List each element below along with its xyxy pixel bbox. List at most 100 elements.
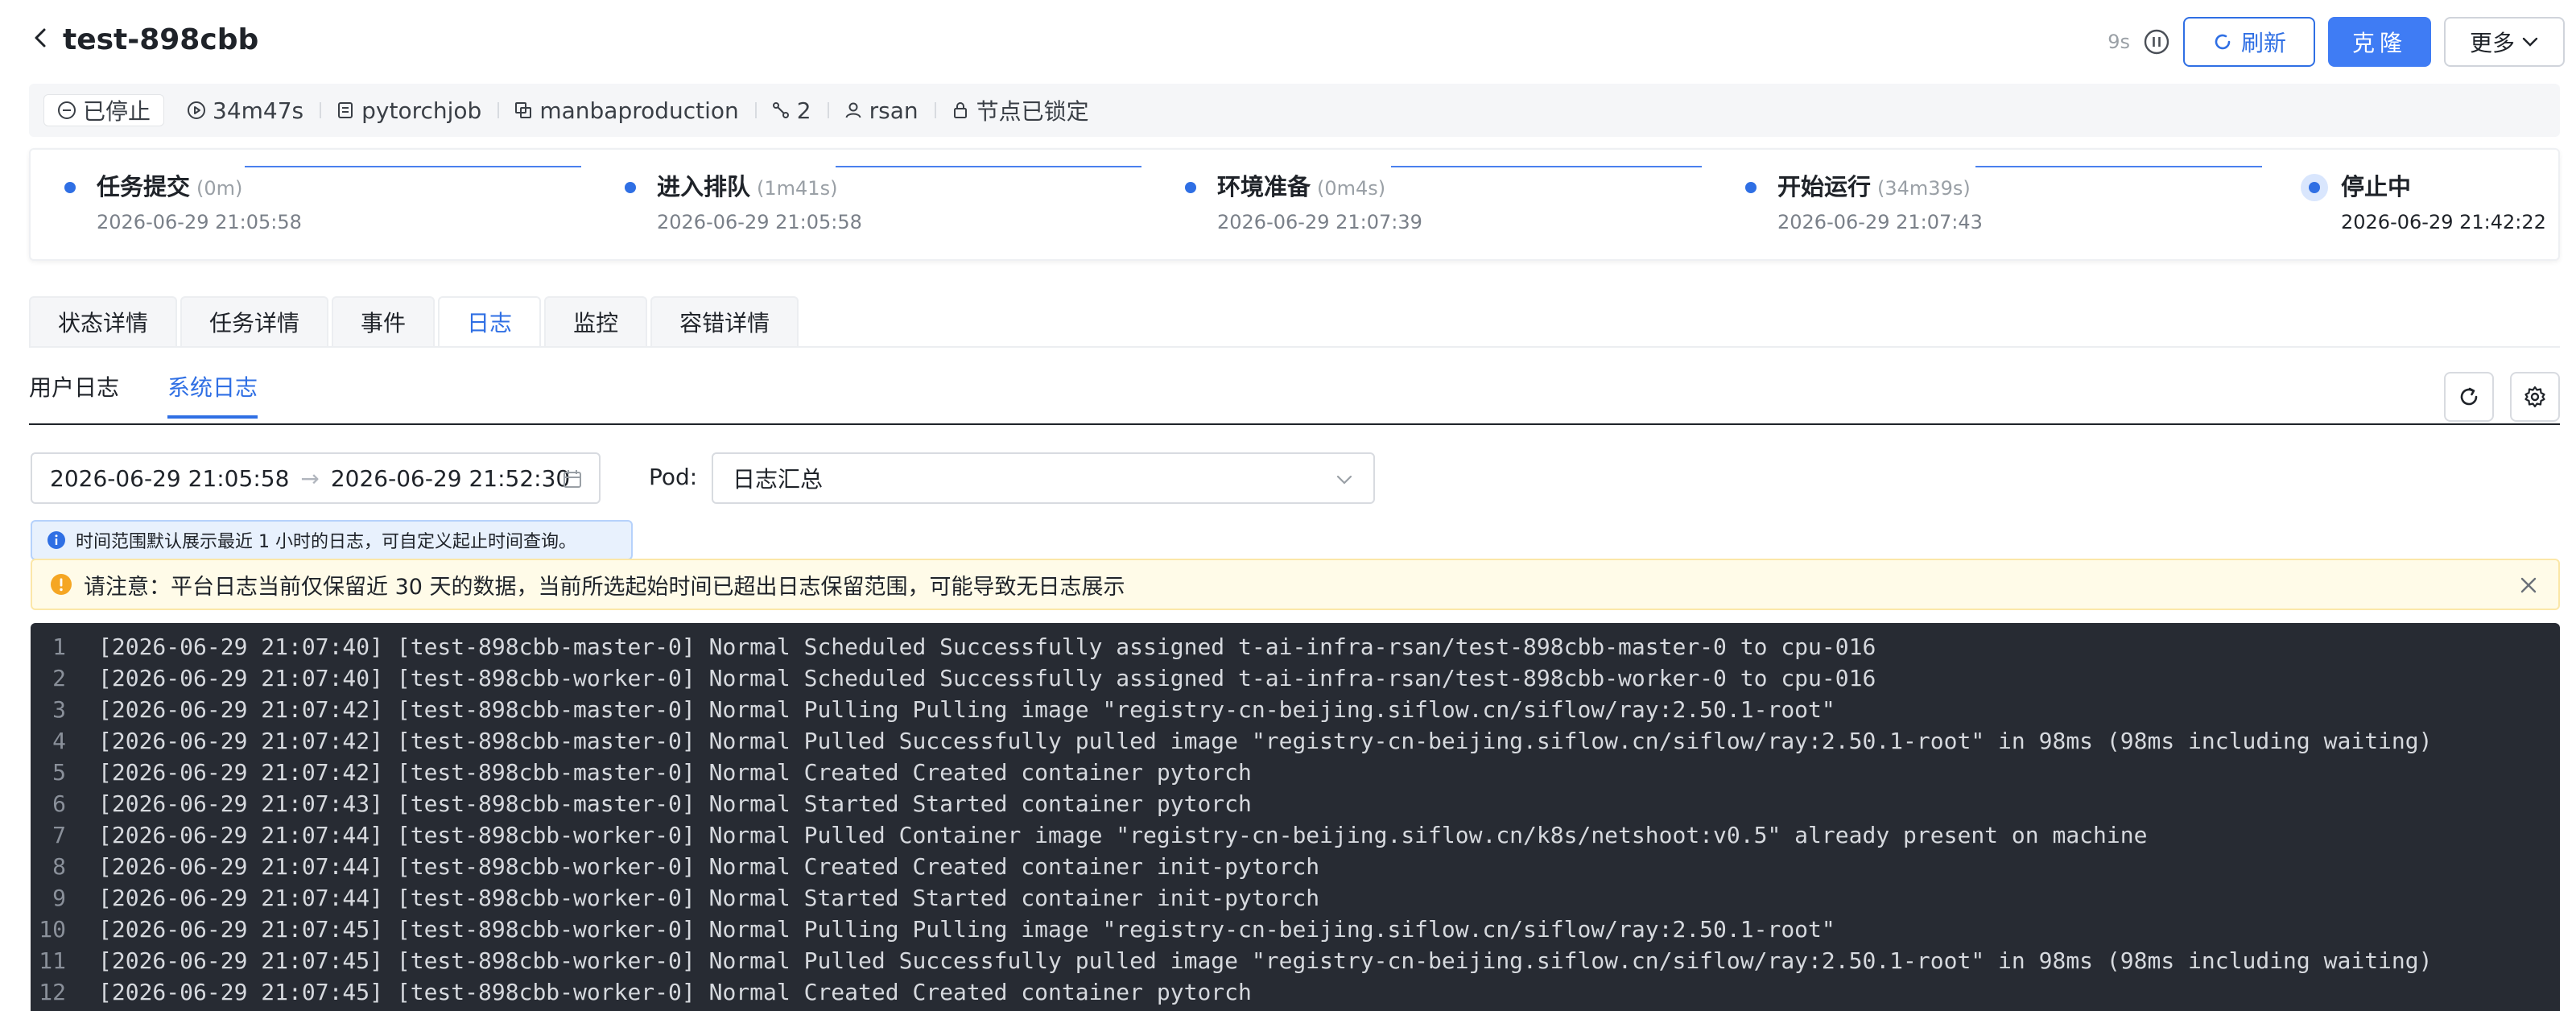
pause-icon[interactable] [2143,28,2170,56]
line-number: 10 [39,916,66,943]
tab-monitoring[interactable]: 监控 [544,296,648,346]
reload-logs-button[interactable] [2444,372,2494,422]
step-dot [64,182,76,193]
line-number: 6 [52,790,66,817]
gear-icon [2524,386,2545,408]
step-time: 2026-06-29 21:05:58 [657,211,862,233]
log-console[interactable]: 1 [2026-06-29 21:07:40] [test-898cbb-mast… [31,623,2560,1011]
chevron-down-icon [1336,475,1352,485]
job-type-item: pytorchjob [320,94,497,126]
user-item: rsan [827,94,935,126]
log-line: 6 [2026-06-29 21:07:43] [test-898cbb-mast… [31,788,2560,819]
stopped-icon [58,101,76,119]
step-title: 环境准备 (0m4s) [1217,173,1386,200]
duration-item: 34m47s [171,94,320,126]
log-text: [2026-06-29 21:07:45] [test-898cbb-worke… [98,979,1252,1005]
date-range-picker[interactable]: 2026-06-29 21:05:58 → 2026-06-29 21:52:3… [31,452,601,504]
log-text: [2026-06-29 21:07:43] [test-898cbb-maste… [98,790,1252,817]
tab-events[interactable]: 事件 [332,296,436,346]
end-date[interactable]: 2026-06-29 21:52:30 [331,465,570,492]
line-number: 1 [52,633,66,660]
nodes-icon [772,102,789,118]
cluster-text: manbaproduction [539,97,739,124]
duration-text: 34m47s [213,97,304,124]
log-settings-button[interactable] [2510,372,2560,422]
hint-text: 时间范围默认展示最近 1 小时的日志，可自定义起止时间查询。 [76,532,576,552]
step-dot [1185,182,1196,193]
start-date[interactable]: 2026-06-29 21:05:58 [50,465,289,492]
user-text: rsan [869,97,919,124]
clone-button[interactable]: 克隆 [2328,17,2431,67]
tab-logs[interactable]: 日志 [438,296,542,346]
log-line: 11 [2026-06-29 21:07:45] [test-898cbb-wor… [31,945,2560,976]
log-text: [2026-06-29 21:07:42] [test-898cbb-maste… [98,759,1252,786]
step-title: 任务提交 (0m) [97,173,243,200]
log-text: [2026-06-29 21:07:42] [test-898cbb-maste… [98,696,1835,723]
cluster-icon [515,102,532,118]
line-number: 11 [39,947,66,974]
line-number: 4 [52,728,66,754]
step-time: 2026-06-29 21:05:58 [97,211,302,233]
status-badge: 已停止 [43,94,165,126]
status-text: 已停止 [83,98,151,125]
job-type-icon [338,102,353,118]
subtab-user-logs[interactable]: 用户日志 [29,370,119,419]
more-button[interactable]: 更多 [2444,17,2565,67]
step-connector [245,166,581,167]
log-text: [2026-06-29 21:07:44] [test-898cbb-worke… [98,885,1320,911]
replicas-item: 2 [754,94,828,126]
replicas-text: 2 [796,97,811,124]
lock-text: 节点已锁定 [976,98,1089,125]
refresh-button[interactable]: 刷新 [2183,17,2315,67]
line-number: 2 [52,665,66,691]
subtab-system-logs[interactable]: 系统日志 [167,370,258,419]
calendar-icon [564,470,581,488]
step-time: 2026-06-29 21:07:39 [1217,211,1422,233]
pod-label: Pod: [649,464,698,490]
back-arrow-icon[interactable] [29,26,53,50]
log-text: [2026-06-29 21:07:40] [test-898cbb-maste… [98,633,1876,660]
log-line: 5 [2026-06-29 21:07:42] [test-898cbb-mast… [31,757,2560,788]
log-line: 1 [2026-06-29 21:07:40] [test-898cbb-mast… [31,631,2560,662]
job-info-bar: 已停止 34m47s pytorchjob manbaproduction 2 [29,84,2560,137]
reload-icon [2460,387,2478,406]
refresh-label: 刷新 [2240,30,2286,56]
refresh-icon [2215,34,2231,50]
log-text: [2026-06-29 21:07:40] [test-898cbb-worke… [98,665,1876,691]
time-range-hint: 时间范围默认展示最近 1 小时的日志，可自定义起止时间查询。 [31,520,633,560]
info-icon [47,531,65,549]
log-line: 7 [2026-06-29 21:07:44] [test-898cbb-work… [31,819,2560,851]
header-actions: 9s 刷新 克隆 更多 [2107,17,2565,67]
step-title: 停止中 [2341,173,2412,200]
retention-warning: 请注意：平台日志当前仅保留近 30 天的数据，当前所选起始时间已超出日志保留范围… [31,559,2560,610]
log-text: [2026-06-29 21:07:45] [test-898cbb-worke… [98,916,1835,943]
pod-select[interactable]: 日志汇总 [712,452,1375,504]
step-connector [1975,166,2262,167]
log-line: 2 [2026-06-29 21:07:40] [test-898cbb-work… [31,662,2560,694]
page-header: test-898cbb 9s 刷新 克隆 更多 [29,17,2565,67]
log-line: 12 [2026-06-29 21:07:45] [test-898cbb-wor… [31,976,2560,1008]
line-number: 5 [52,759,66,786]
tab-fault-tolerance[interactable]: 容错详情 [650,296,799,346]
detail-tabs: 状态详情 任务详情 事件 日志 监控 容错详情 [29,296,799,346]
log-line: 8 [2026-06-29 21:07:44] [test-898cbb-work… [31,851,2560,882]
lock-item: 节点已锁定 [934,94,1105,126]
line-number: 12 [39,979,66,1005]
log-text: [2026-06-29 21:07:44] [test-898cbb-worke… [98,822,2148,848]
tab-job-details[interactable]: 任务详情 [180,296,329,346]
user-icon [845,102,861,118]
tab-status[interactable]: 状态详情 [29,296,178,346]
step-dot-current [2301,174,2328,201]
step-title: 进入排队 (1m41s) [657,173,838,200]
page-title: test-898cbb [63,23,259,56]
close-icon[interactable] [2520,576,2537,594]
line-number: 7 [52,822,66,848]
play-circle-icon [188,101,206,119]
line-number: 3 [52,696,66,723]
warning-icon [51,574,72,595]
log-text: [2026-06-29 21:07:44] [test-898cbb-worke… [98,853,1320,880]
warning-text: 请注意：平台日志当前仅保留近 30 天的数据，当前所选起始时间已超出日志保留范围… [84,574,1125,600]
cluster-item: manbaproduction [497,94,754,126]
log-line: 4 [2026-06-29 21:07:42] [test-898cbb-mast… [31,725,2560,757]
line-number: 8 [52,853,66,880]
